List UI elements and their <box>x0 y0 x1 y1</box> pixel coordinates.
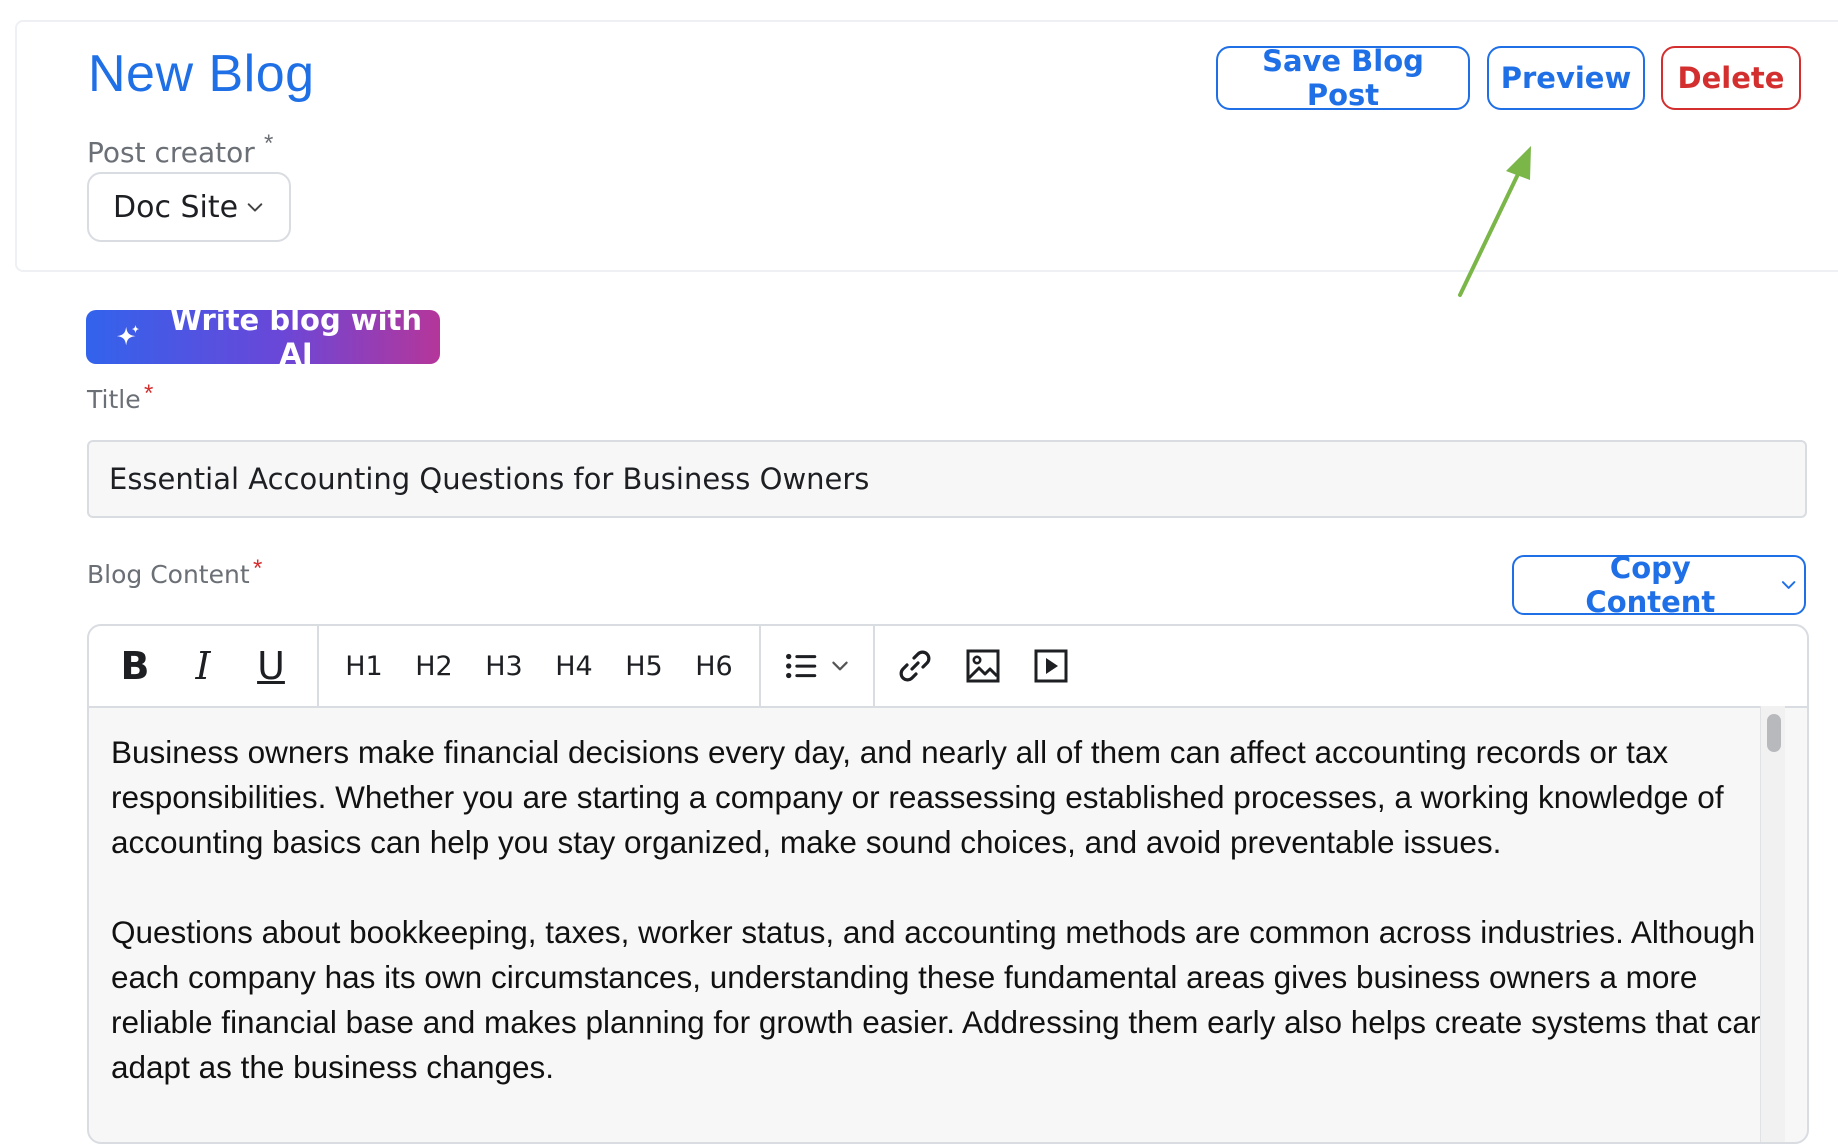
post-creator-select[interactable]: Doc Site <box>87 172 291 242</box>
save-blog-post-button[interactable]: Save Blog Post <box>1216 44 1470 112</box>
link-icon <box>899 650 931 682</box>
content-paragraph: Business owners make financial decisions… <box>111 734 1724 860</box>
rich-text-editor: B I U H1 H2 H3 H4 H5 H6 Business owners … <box>87 624 1809 1144</box>
heading-3-button[interactable]: H3 <box>469 651 539 682</box>
underline-button[interactable]: U <box>237 644 305 688</box>
bold-button[interactable]: B <box>101 644 169 688</box>
heading-5-button[interactable]: H5 <box>609 651 679 682</box>
heading-group: H1 H2 H3 H4 H5 H6 <box>319 626 761 706</box>
insert-group <box>875 626 1091 706</box>
title-input-value: Essential Accounting Questions for Busin… <box>109 462 870 496</box>
post-creator-value: Doc Site <box>113 189 239 225</box>
chevron-down-icon <box>247 203 263 212</box>
title-label: Title <box>87 385 141 414</box>
copy-content-button[interactable]: Copy Content <box>1512 551 1806 619</box>
format-group: B I U <box>89 626 319 706</box>
preview-button[interactable]: Preview <box>1487 46 1645 110</box>
image-icon <box>966 649 1000 683</box>
heading-6-button[interactable]: H6 <box>679 651 749 682</box>
video-icon <box>1034 649 1068 683</box>
list-dropdown-button[interactable] <box>783 647 851 685</box>
editor-content[interactable]: Business owners make financial decisions… <box>111 730 1771 1135</box>
delete-button[interactable]: Delete <box>1661 46 1801 110</box>
editor-scrollbar[interactable] <box>1760 706 1785 1142</box>
post-creator-required-mark: * <box>264 130 274 157</box>
write-blog-with-ai-button[interactable]: Write blog with AI <box>86 303 440 371</box>
chevron-down-icon <box>1781 581 1796 589</box>
title-required-mark: * <box>144 380 154 407</box>
write-blog-with-ai-label: Write blog with AI <box>169 303 423 371</box>
heading-1-button[interactable]: H1 <box>329 651 399 682</box>
insert-link-button[interactable] <box>895 646 935 686</box>
post-creator-label: Post creator <box>87 136 255 169</box>
content-paragraph: Questions about bookkeeping, taxes, work… <box>111 914 1768 1085</box>
blog-content-label: Blog Content <box>87 560 250 589</box>
editor-toolbar: B I U H1 H2 H3 H4 H5 H6 <box>89 626 1807 708</box>
list-icon <box>786 653 817 679</box>
editor-scrollbar-thumb[interactable] <box>1767 714 1781 752</box>
heading-4-button[interactable]: H4 <box>539 651 609 682</box>
copy-content-label: Copy Content <box>1585 551 1716 619</box>
blog-content-required-mark: * <box>253 555 263 582</box>
italic-button[interactable]: I <box>169 644 237 688</box>
annotation-arrow <box>1458 146 1531 297</box>
chevron-down-icon <box>832 661 848 671</box>
title-input[interactable]: Essential Accounting Questions for Busin… <box>87 440 1807 518</box>
insert-image-button[interactable] <box>963 646 1003 686</box>
heading-2-button[interactable]: H2 <box>399 651 469 682</box>
page-title: New Blog <box>88 45 315 103</box>
list-group <box>761 626 875 706</box>
sparkle-icon <box>116 324 140 346</box>
insert-video-button[interactable] <box>1031 646 1071 686</box>
